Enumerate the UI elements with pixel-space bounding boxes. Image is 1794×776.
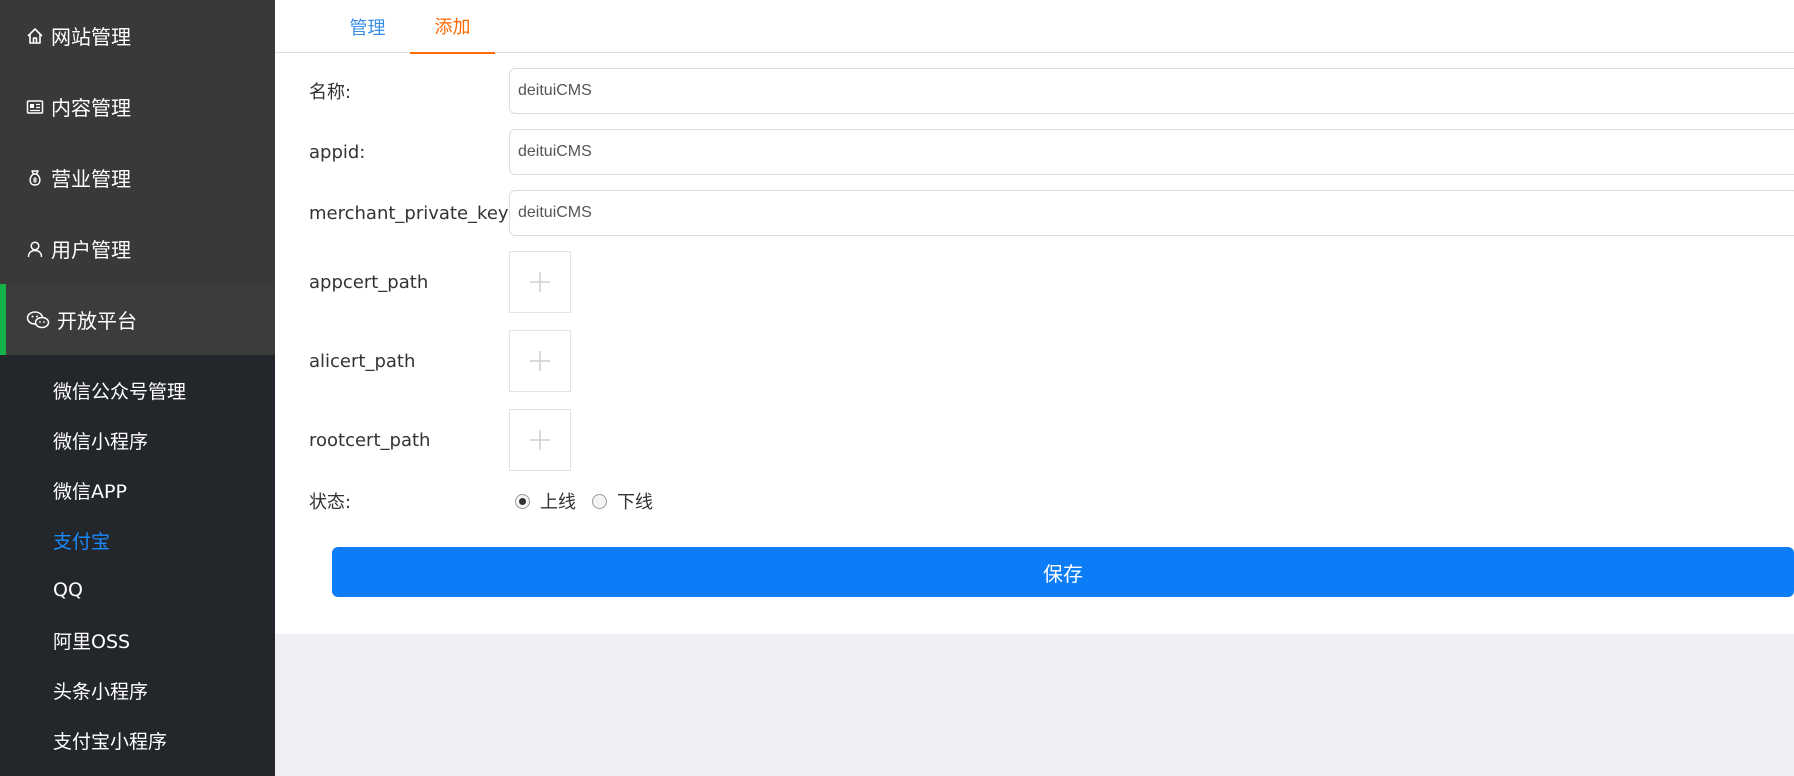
appcert-path-upload[interactable] [509,251,571,313]
submenu-item-wechat-app[interactable]: 微信APP [0,465,275,515]
status-label: 状态: [309,492,352,513]
save-button[interactable]: 保存 [332,547,1794,597]
alicert-path-upload[interactable] [509,330,571,392]
status-option-offline-label: 下线 [617,492,653,513]
sidebar-item-label: 营业管理 [51,167,131,191]
plus-icon [530,430,550,450]
name-label: 名称: [309,82,352,103]
form-row-status: 状态: 上线 下线 [275,486,1794,516]
status-radio-group: 上线 下线 [515,488,669,514]
form-row-rootcert-path: rootcert_path [275,409,1794,471]
form-row-alicert-path: alicert_path [275,330,1794,392]
sidebar-item-label: 开放平台 [57,309,137,333]
alicert-path-label: alicert_path [309,350,416,372]
appid-input[interactable] [509,129,1794,175]
tab-manage[interactable]: 管理 [325,0,410,53]
rootcert-path-label: rootcert_path [309,429,431,451]
submenu-item-qq[interactable]: QQ [0,565,275,615]
tab-bar: 管理 添加 [275,0,1794,54]
appid-label: appid: [309,141,366,163]
status-option-online-label: 上线 [540,492,576,513]
sidebar-item-label: 内容管理 [51,96,131,120]
sidebar-main-menu: 网站管理 内容管理 营业管理 用户管理 开放平台 [0,0,275,355]
main-panel: 管理 添加 名称: appid: merchant_private_key ap… [275,0,1794,634]
user-icon [26,240,44,258]
sidebar-item-label: 用户管理 [51,238,131,262]
plus-icon [530,272,550,292]
content-card-icon [26,98,44,116]
home-icon [26,27,44,45]
plus-icon [530,351,550,371]
submenu-item-toutiao-miniprogram[interactable]: 头条小程序 [0,665,275,715]
form-row-appcert-path: appcert_path [275,251,1794,313]
submenu-item-aliyun-oss[interactable]: 阿里OSS [0,615,275,665]
sidebar: 网站管理 内容管理 营业管理 用户管理 开放平台 微信公众号管理 微信小程序 微… [0,0,275,776]
form-row-name: 名称: [275,68,1794,114]
tab-add[interactable]: 添加 [410,0,495,54]
name-input[interactable] [509,68,1794,114]
radio-selected-dot [519,497,526,505]
rootcert-path-upload[interactable] [509,409,571,471]
submenu-item-alipay-miniprogram[interactable]: 支付宝小程序 [0,715,275,765]
status-radio-online[interactable] [515,493,530,509]
sidebar-item-business[interactable]: 营业管理 [0,142,275,213]
sidebar-item-website[interactable]: 网站管理 [0,0,275,71]
status-radio-offline[interactable] [592,493,607,509]
sidebar-item-users[interactable]: 用户管理 [0,213,275,284]
sidebar-item-open-platform[interactable]: 开放平台 [0,284,275,355]
sidebar-submenu: 微信公众号管理 微信小程序 微信APP 支付宝 QQ 阿里OSS 头条小程序 支… [0,355,275,765]
submenu-item-wechat-official[interactable]: 微信公众号管理 [0,365,275,415]
appcert-path-label: appcert_path [309,271,429,293]
submenu-item-wechat-miniprogram[interactable]: 微信小程序 [0,415,275,465]
submenu-item-alipay[interactable]: 支付宝 [0,515,275,565]
sidebar-item-content[interactable]: 内容管理 [0,71,275,142]
merchant-private-key-input[interactable] [509,190,1794,236]
wechat-icon [26,310,50,330]
sidebar-item-label: 网站管理 [51,25,131,49]
money-bag-icon [26,169,44,187]
form-row-appid: appid: [275,129,1794,175]
form-row-merchant-private-key: merchant_private_key [275,190,1794,236]
merchant-private-key-label: merchant_private_key [309,202,509,224]
